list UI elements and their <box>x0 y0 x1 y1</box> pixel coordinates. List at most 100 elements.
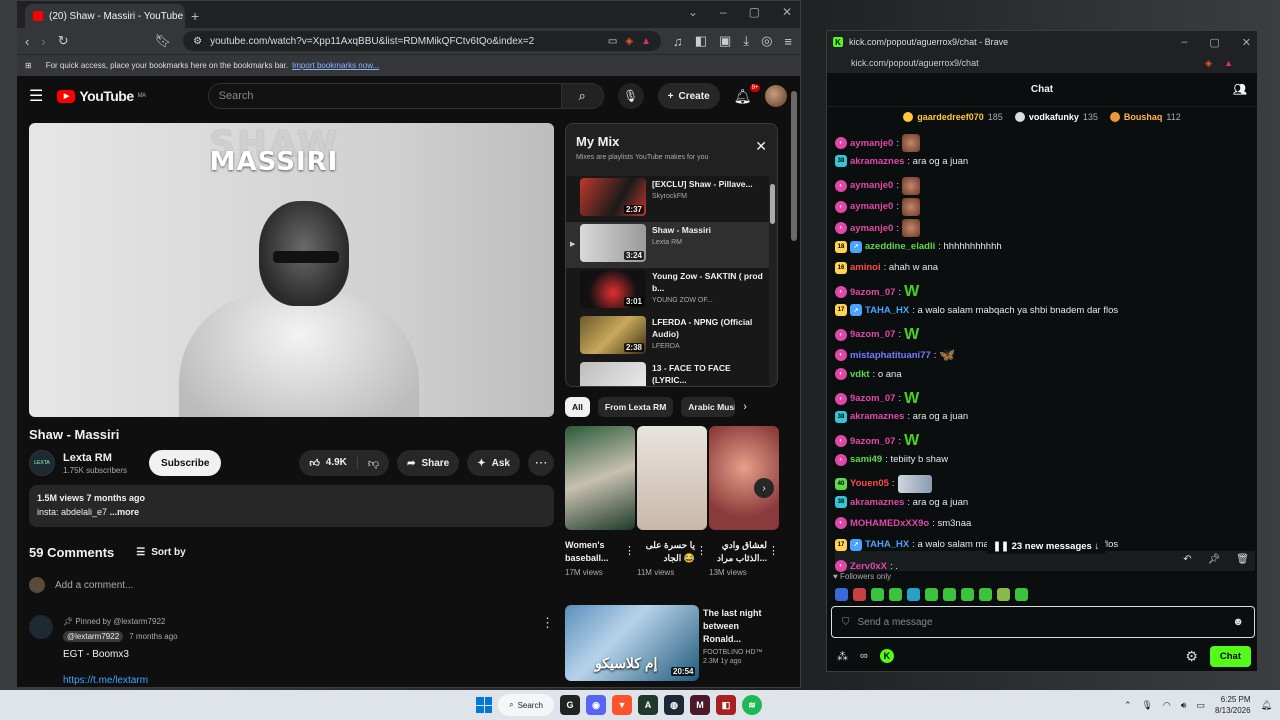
pin-icon[interactable]: 📌︎ <box>1208 554 1221 565</box>
taskbar-search[interactable]: ⌕ Search <box>498 694 554 716</box>
settings-gear-icon[interactable]: ⚙ <box>1185 648 1198 665</box>
voice-search-button[interactable]: 🎙︎ <box>617 83 644 109</box>
wifi-icon[interactable]: ◠ <box>1163 700 1171 711</box>
kick-points-icon[interactable]: ⁂ <box>837 650 848 663</box>
notifications-button[interactable]: 🔔︎ 9+ <box>734 83 761 105</box>
brave-icon[interactable]: ▼ <box>612 695 632 715</box>
apps-grid-icon[interactable]: ⊞ <box>25 61 32 70</box>
import-bookmarks-link[interactable]: Import bookmarks now... <box>292 61 379 70</box>
back-icon[interactable]: ‹ <box>25 34 29 49</box>
emote-icon[interactable] <box>907 588 920 601</box>
maximize-button[interactable]: ▢ <box>1209 36 1219 49</box>
app-icon-red[interactable]: ◧ <box>716 695 736 715</box>
chat-message[interactable]: 40 Youen05: <box>835 474 932 493</box>
menu-icon[interactable]: ≡ <box>784 34 792 49</box>
send-chat-button[interactable]: Chat <box>1209 645 1251 667</box>
kick-logo-icon[interactable]: K <box>879 649 894 663</box>
gifter-item[interactable]: Boushaq 112 <box>1109 112 1181 122</box>
clock[interactable]: 6:25 PM 8/13/2026 <box>1215 694 1251 716</box>
mix-item[interactable]: 3:01 Young Zow - SAKTIN ( prod b... YOUNG… <box>566 268 769 314</box>
volume-icon[interactable]: 🔊︎ <box>1181 700 1187 711</box>
emote-icon[interactable] <box>997 588 1010 601</box>
search-button[interactable]: ⌕ <box>561 83 604 109</box>
chat-message[interactable]: 16 aminoi: ahah w ana <box>835 261 938 274</box>
discord-icon[interactable]: ◉ <box>586 695 606 715</box>
forward-icon[interactable]: › <box>41 34 45 49</box>
chat-message[interactable]: ◐ 9azom_07: W <box>835 283 919 301</box>
chat-username[interactable]: aymanje0 <box>850 223 893 234</box>
mix-item[interactable]: 13 - FACE TO FACE (LYRIC... <box>566 360 769 386</box>
chat-message[interactable]: ◐ aymanje0: <box>835 176 920 195</box>
short-item[interactable]: يا حسرة على الجاد 😂 11M views ⋮ <box>637 426 707 577</box>
emoji-icon[interactable]: ☻ <box>1232 616 1244 628</box>
comment-link[interactable]: https://t.me/lextarm <box>63 675 148 686</box>
chat-message[interactable]: ◐ vdkt: o ana <box>835 368 902 381</box>
tab-youtube[interactable]: (20) Shaw - Massiri - YouTube × <box>25 4 185 28</box>
close-window-button[interactable]: ✕ <box>782 5 792 19</box>
recommended-video[interactable]: إم كلاسيكو 20:54 The last night between … <box>565 605 778 681</box>
chat-username[interactable]: TAHA_HX <box>865 539 909 550</box>
chat-username[interactable]: azeddine_eladli <box>865 241 935 252</box>
comment-menu-icon[interactable]: ⋮ <box>541 615 554 631</box>
chat-username[interactable]: aymanje0 <box>850 201 893 212</box>
chat-username[interactable]: sami49 <box>850 454 882 465</box>
chat-username[interactable]: 9azom_07 <box>850 436 895 447</box>
chat-username[interactable]: akramaznes <box>850 411 904 422</box>
chip-arabic-music[interactable]: Arabic Music <box>681 397 736 417</box>
chat-username[interactable]: aymanje0 <box>850 138 893 149</box>
wallet-icon[interactable]: ▣ <box>719 33 731 49</box>
video-player[interactable]: SHAW MASSIRI <box>29 123 554 417</box>
chat-username[interactable]: Zerv0xX <box>850 561 887 572</box>
address-bar[interactable]: ⚙ youtube.com/watch?v=Xpp11AxqBBU&list=R… <box>183 31 661 51</box>
chat-message[interactable]: ◐ 9azom_07: W <box>835 390 919 408</box>
mic-tray-icon[interactable]: 🎙︎ <box>1141 700 1152 711</box>
chat-username[interactable]: TAHA_HX <box>865 305 909 316</box>
sidebar-icon[interactable]: ◧ <box>695 33 707 49</box>
create-button[interactable]: + Create <box>657 83 720 109</box>
chat-username[interactable]: 9azom_07 <box>850 329 895 340</box>
short-item[interactable]: لعشاق وادي الذئاب مراد... 13M views ⋮ <box>709 426 779 577</box>
emote-icon[interactable] <box>943 588 956 601</box>
chat-username[interactable]: aminoi <box>850 262 881 273</box>
emote-icon[interactable] <box>889 588 902 601</box>
chat-username[interactable]: 9azom_07 <box>850 393 895 404</box>
emote-icon[interactable] <box>853 588 866 601</box>
gifter-item[interactable]: vodkafunky 135 <box>1014 112 1098 122</box>
tray-chevron-icon[interactable]: ⌃ <box>1124 700 1132 711</box>
chat-message[interactable]: ◐ aymanje0: <box>835 197 920 216</box>
more-link[interactable]: ...more <box>110 507 140 517</box>
subscribe-button[interactable]: Subscribe <box>149 450 222 476</box>
new-tab-button[interactable]: + <box>191 8 199 24</box>
chip-from-channel[interactable]: From Lexta RM <box>597 397 674 417</box>
emote-icon[interactable] <box>835 588 848 601</box>
download-icon[interactable]: ⤓ <box>743 33 749 49</box>
notification-bell-icon[interactable]: 🔔︎ <box>1261 700 1272 711</box>
users-icon[interactable]: 👥︎ <box>1233 83 1247 96</box>
sort-button[interactable]: ☰ Sort by <box>136 547 185 558</box>
app-icon-a[interactable]: A <box>638 695 658 715</box>
chat-message[interactable]: 38 akramaznes: ara og a juan <box>835 410 968 423</box>
commenter-avatar[interactable] <box>29 615 53 639</box>
emote-icon[interactable] <box>871 588 884 601</box>
maximize-button[interactable]: ▢ <box>749 5 760 19</box>
chat-message[interactable]: ◐ Zerv0xX: . <box>835 560 898 572</box>
share-button[interactable]: ➦ Share <box>397 450 460 476</box>
mix-item-active[interactable]: ▶ 3:24 Shaw - Massiri Lexta RM <box>566 222 769 268</box>
youtube-logo[interactable]: ▶ YouTube MA <box>57 88 146 104</box>
brave-shield-icon[interactable]: ◈ <box>1205 58 1212 69</box>
minimize-button[interactable]: – <box>720 5 727 19</box>
shorts-next-button[interactable]: › <box>754 478 774 498</box>
reply-icon[interactable]: ↶ <box>1183 554 1191 565</box>
comment-author[interactable]: @lextarm7922 <box>63 631 124 642</box>
mix-scroll-thumb[interactable] <box>770 184 775 224</box>
vpn-icon[interactable]: ◎ <box>761 33 772 49</box>
chat-message[interactable]: ◐ 9azom_07: W <box>835 326 919 344</box>
short-item[interactable]: Women's baseball... 17M views ⋮ <box>565 426 635 577</box>
short-menu-icon[interactable]: ⋮ <box>696 544 707 557</box>
description-box[interactable]: 1.5M views 7 months ago insta: abdelali_… <box>29 485 554 527</box>
chat-message[interactable]: ◐ MOHAMEDxXX9o: sm3naa <box>835 517 971 530</box>
chat-message[interactable]: ◐ 9azom_07: W <box>835 432 919 450</box>
chat-username[interactable]: MOHAMEDxXX9o <box>850 518 929 529</box>
chat-message[interactable]: ◐ mistaphatituani77: 🦋 <box>835 347 956 363</box>
search-input[interactable]: Search <box>207 83 562 109</box>
